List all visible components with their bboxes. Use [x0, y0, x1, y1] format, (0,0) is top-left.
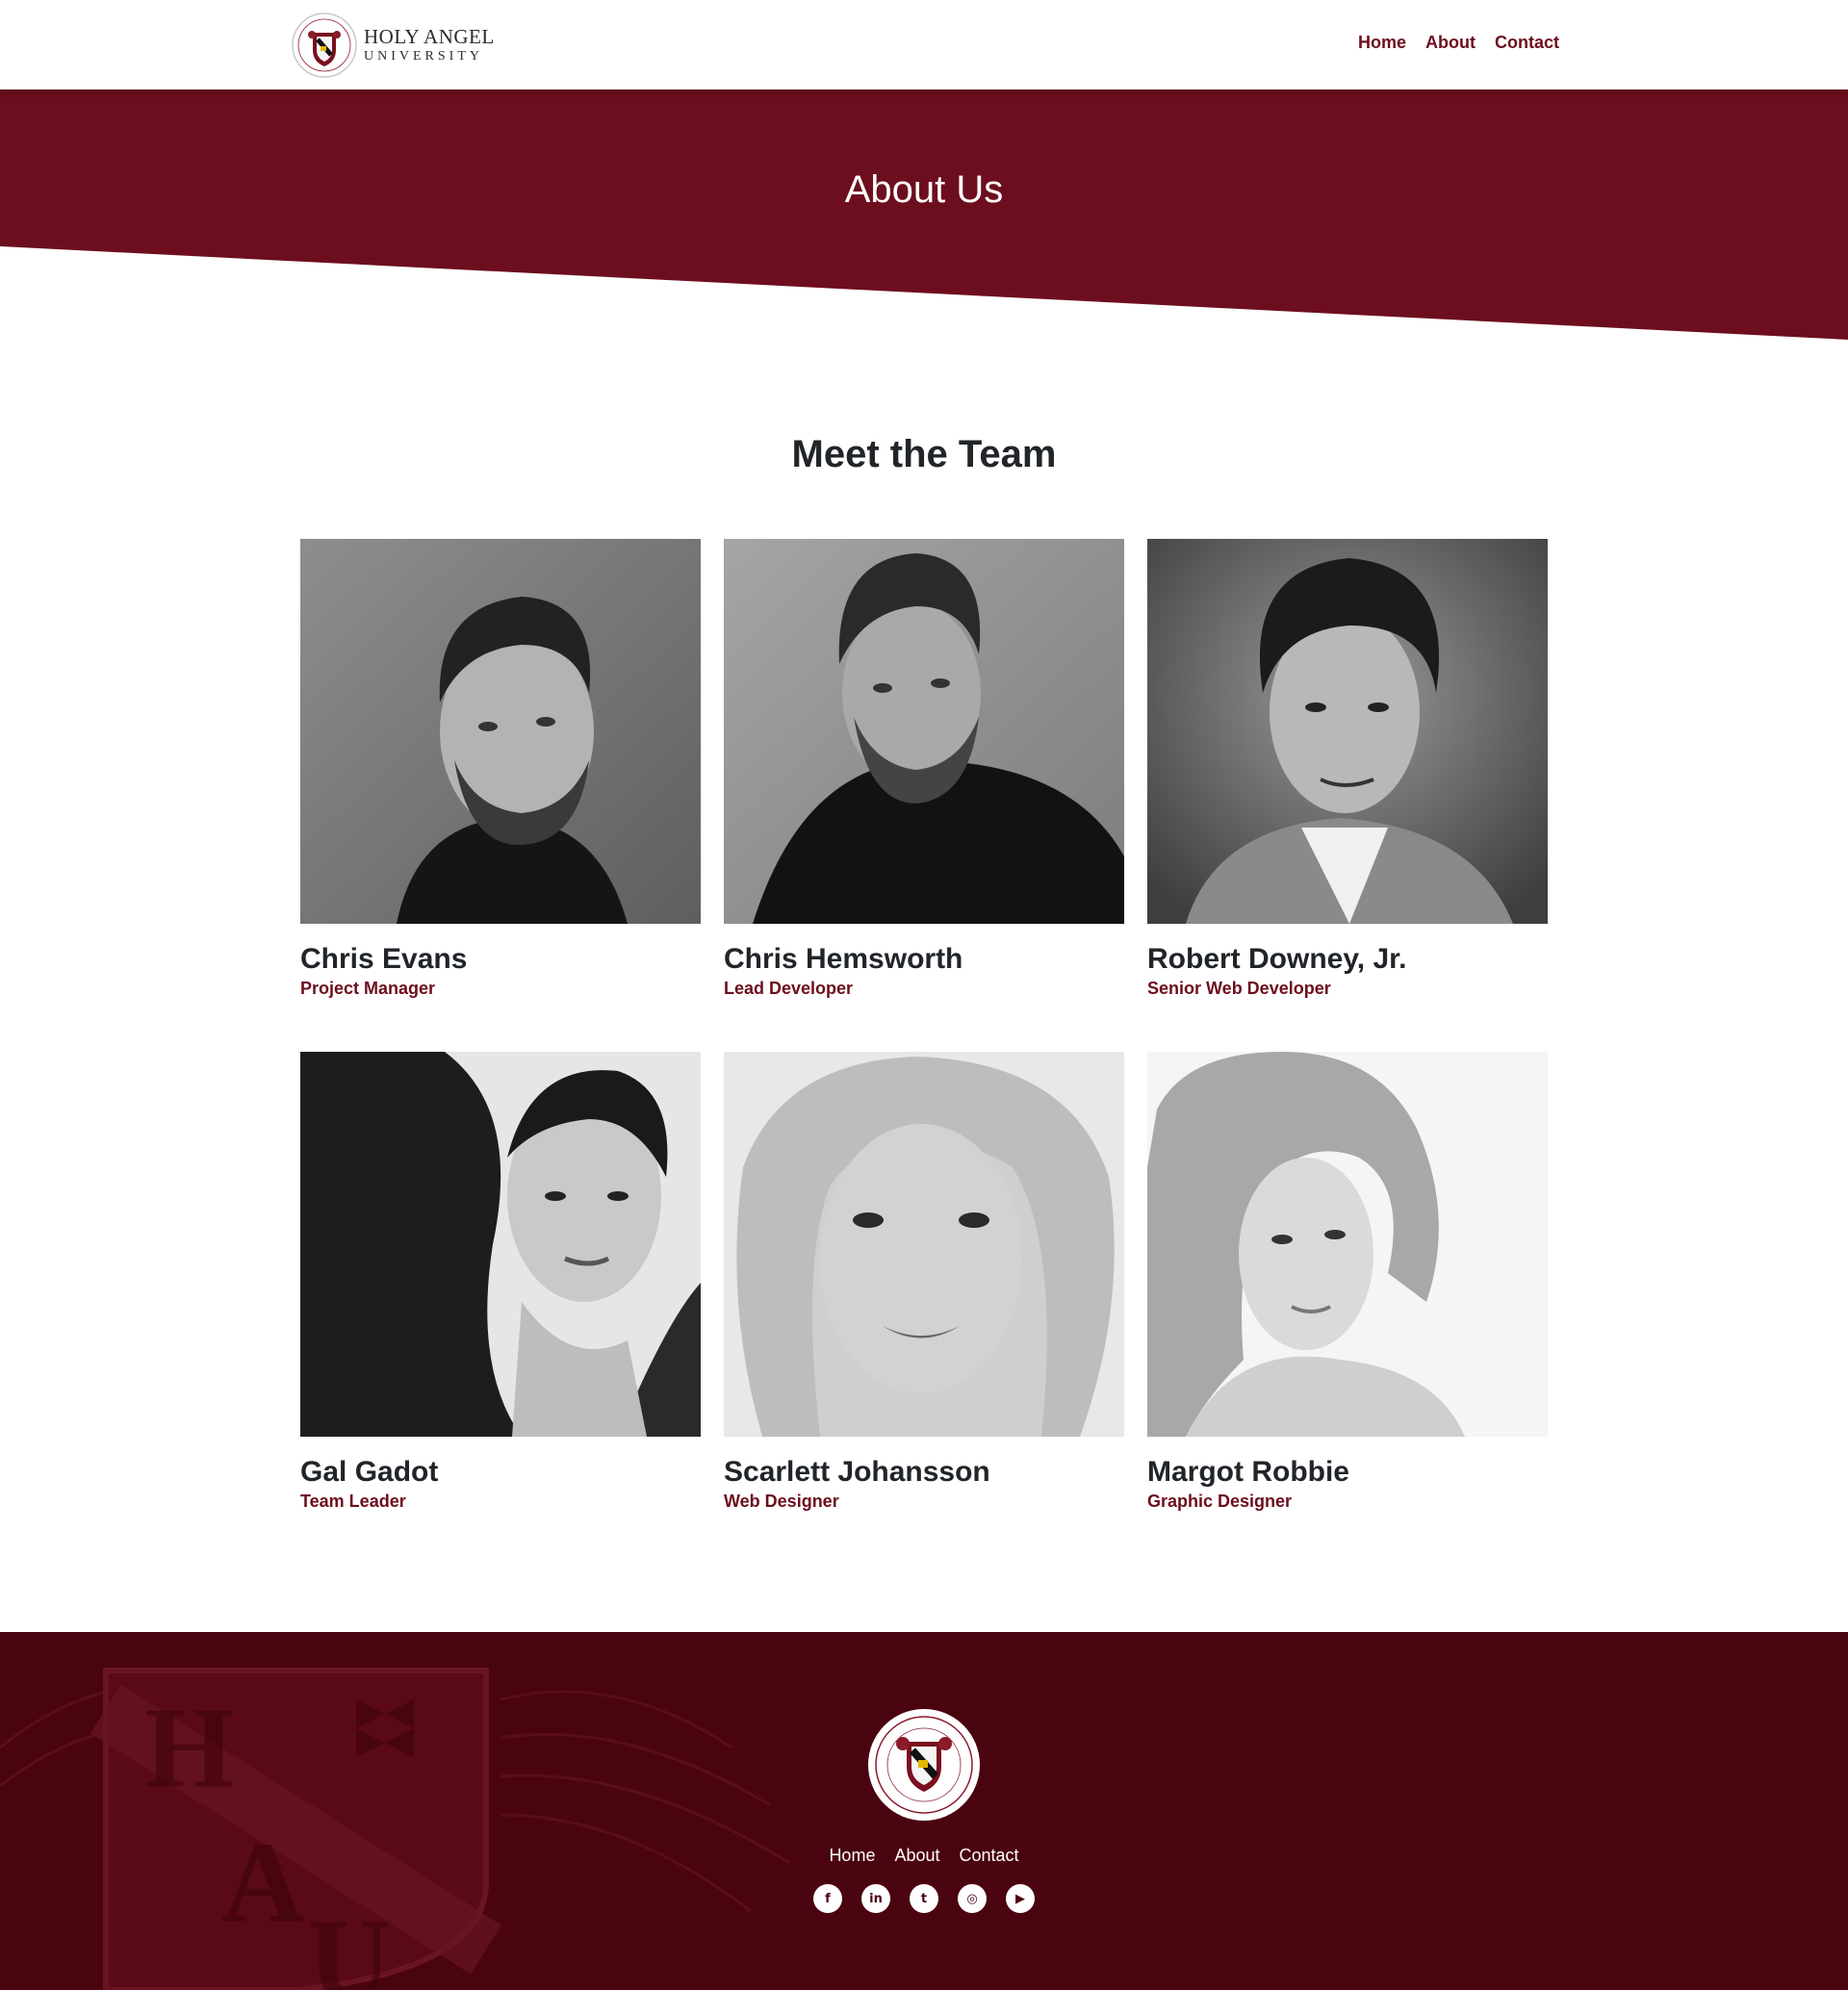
- member-name: Margot Robbie: [1147, 1456, 1349, 1488]
- instagram-icon[interactable]: ◎: [958, 1884, 987, 1913]
- member-name: Robert Downey, Jr.: [1147, 943, 1407, 975]
- hau-crest-watermark-icon: H A U: [0, 1668, 790, 1990]
- brand-name-line1: HOLY ANGEL: [364, 25, 495, 48]
- nav-link-about[interactable]: About: [1425, 33, 1476, 53]
- page-title: About Us: [844, 168, 1004, 211]
- member-role: Web Designer: [724, 1492, 839, 1511]
- university-seal-icon: [292, 13, 357, 78]
- member-name: Gal Gadot: [300, 1456, 439, 1488]
- navbar: HOLY ANGEL UNIVERSITY Home About Contact: [0, 0, 1848, 89]
- member-photo: [1147, 539, 1548, 924]
- brand-name-line2: UNIVERSITY: [364, 49, 483, 64]
- member-role: Graphic Designer: [1147, 1492, 1293, 1511]
- team-member-card: Scarlett Johansson Web Designer: [724, 1052, 1124, 1512]
- brand-logo[interactable]: HOLY ANGEL UNIVERSITY: [291, 12, 495, 79]
- main-nav: Home About Contact: [1358, 33, 1559, 53]
- footer-link-contact[interactable]: Contact: [960, 1846, 1019, 1866]
- member-name: Scarlett Johansson: [724, 1456, 990, 1488]
- svg-text:H: H: [144, 1683, 234, 1811]
- university-seal-icon[interactable]: [866, 1707, 982, 1823]
- team-member-card: Robert Downey, Jr. Senior Web Developer: [1147, 539, 1548, 999]
- member-name: Chris Evans: [300, 943, 468, 975]
- member-photo: [1147, 1052, 1548, 1437]
- member-role: Lead Developer: [724, 979, 854, 998]
- member-name: Chris Hemsworth: [724, 943, 963, 975]
- member-role: Project Manager: [300, 979, 436, 998]
- member-role: Senior Web Developer: [1147, 979, 1331, 998]
- footer-nav: Home About Contact: [0, 1846, 1848, 1866]
- twitter-icon[interactable]: t: [910, 1884, 938, 1913]
- footer: H A U Home About Contact f in t ◎ ▶: [0, 1632, 1848, 1990]
- social-links: f in t ◎ ▶: [0, 1884, 1848, 1913]
- team-member-card: Chris Evans Project Manager: [300, 539, 701, 999]
- svg-text:A: A: [221, 1818, 305, 1946]
- member-role: Team Leader: [300, 1492, 406, 1511]
- member-photo: [300, 539, 701, 924]
- member-photo: [724, 1052, 1124, 1437]
- team-member-card: Margot Robbie Graphic Designer: [1147, 1052, 1548, 1512]
- hero-banner: About Us: [0, 89, 1848, 340]
- team-member-card: Gal Gadot Team Leader: [300, 1052, 701, 1512]
- hero-slanted-background: [0, 89, 1848, 340]
- nav-link-contact[interactable]: Contact: [1495, 33, 1559, 53]
- nav-link-home[interactable]: Home: [1358, 33, 1406, 53]
- team-section-title: Meet the Team: [791, 433, 1057, 475]
- member-photo: [300, 1052, 701, 1437]
- facebook-icon[interactable]: f: [813, 1884, 842, 1913]
- footer-link-home[interactable]: Home: [829, 1846, 875, 1866]
- team-member-card: Chris Hemsworth Lead Developer: [724, 539, 1124, 999]
- footer-link-about[interactable]: About: [894, 1846, 939, 1866]
- linkedin-icon[interactable]: in: [861, 1884, 890, 1913]
- youtube-icon[interactable]: ▶: [1006, 1884, 1035, 1913]
- member-photo: [724, 539, 1124, 924]
